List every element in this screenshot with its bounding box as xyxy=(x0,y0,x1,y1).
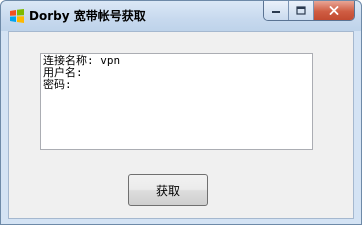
username-line: 用户名: xyxy=(43,66,83,79)
fetch-button[interactable]: 获取 xyxy=(128,174,208,206)
close-icon xyxy=(329,6,339,15)
window-title: Dorby 宽带帐号获取 xyxy=(29,9,146,23)
minimize-icon xyxy=(272,10,281,13)
result-textarea[interactable]: 连接名称: vpn 用户名: 密码: xyxy=(40,53,313,150)
close-button[interactable] xyxy=(313,1,354,20)
maximize-icon xyxy=(296,6,306,15)
window-controls xyxy=(263,1,355,21)
connection-name-line: 连接名称: vpn xyxy=(43,54,121,67)
windows-flag-icon xyxy=(9,8,25,24)
title-bar[interactable]: Dorby 宽带帐号获取 xyxy=(1,1,361,31)
app-window: Dorby 宽带帐号获取 连接名称: vpn 用户名: 密码: 获取 xyxy=(0,0,362,225)
maximize-button[interactable] xyxy=(289,1,314,20)
password-line: 密码: xyxy=(43,78,72,91)
minimize-button[interactable] xyxy=(264,1,290,20)
client-area: 连接名称: vpn 用户名: 密码: 获取 xyxy=(8,31,354,219)
